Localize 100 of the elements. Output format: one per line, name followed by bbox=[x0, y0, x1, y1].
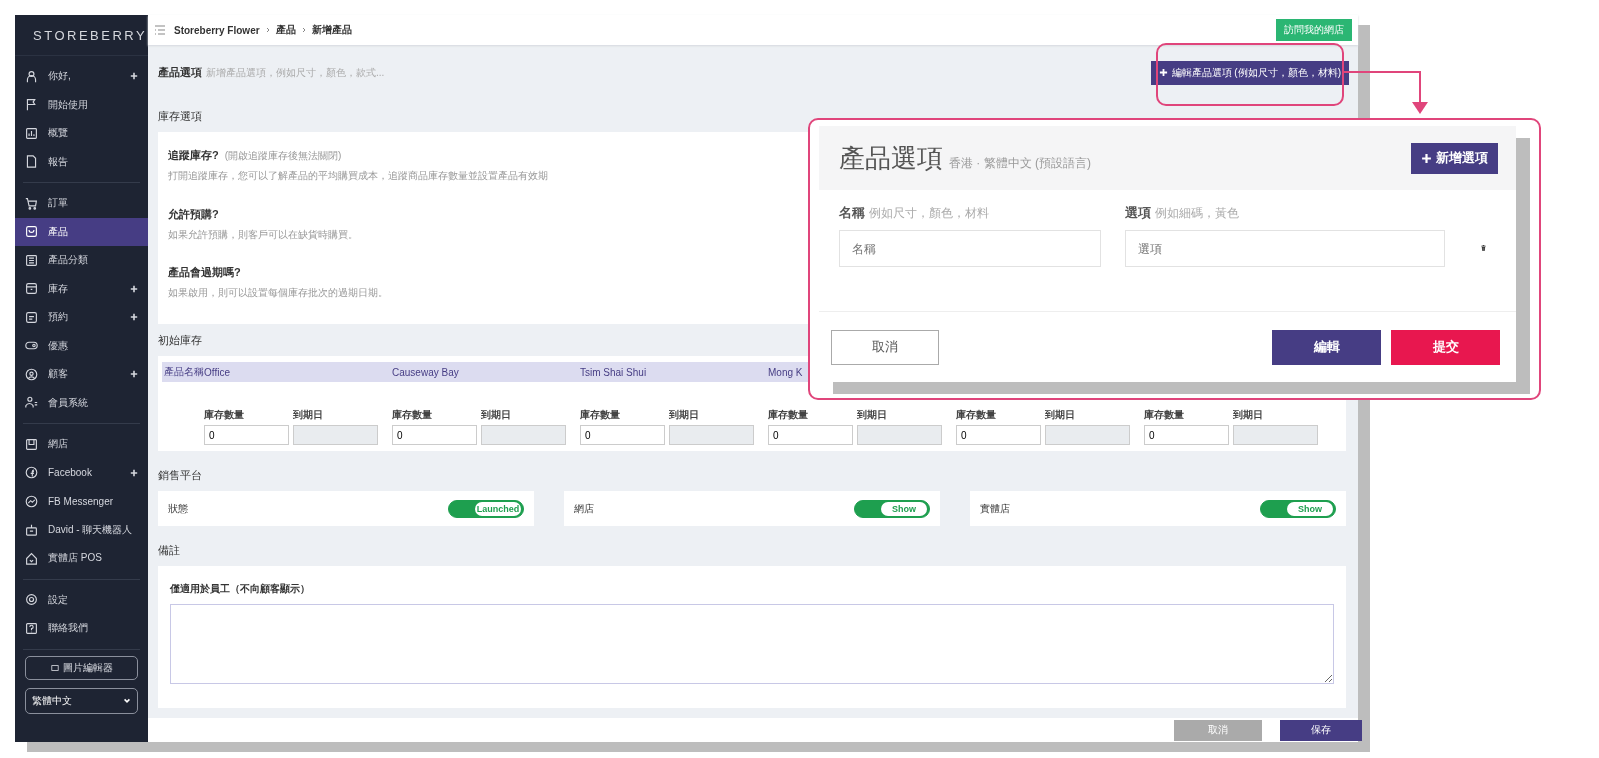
sidebar-item[interactable]: FB Messenger bbox=[15, 487, 148, 516]
chevron-icon bbox=[300, 27, 307, 33]
plus-icon[interactable] bbox=[130, 370, 138, 379]
menu-icon bbox=[25, 621, 38, 635]
column-header: 產品名稱 bbox=[163, 365, 204, 379]
channel-label: 實體店 bbox=[980, 501, 1010, 516]
sidebar-item[interactable]: David - 聊天機器人 bbox=[15, 515, 148, 544]
name-field[interactable]: 名稱 bbox=[839, 230, 1101, 267]
cancel-button[interactable]: 取消 bbox=[831, 329, 939, 365]
sidebar-item[interactable]: 你好, bbox=[15, 62, 148, 91]
plus-icon bbox=[1158, 68, 1168, 77]
edit-options-button[interactable]: 編輯產品選項 (例如尺寸，顏色，材料) bbox=[1150, 60, 1349, 85]
breadcrumb-item[interactable]: Storeberry Flower bbox=[174, 24, 260, 36]
sidebar-item[interactable]: 設定 bbox=[15, 585, 148, 614]
column-label: 到期日 bbox=[481, 408, 512, 422]
plus-icon[interactable] bbox=[130, 284, 138, 293]
menu-icon bbox=[25, 253, 38, 267]
date-field[interactable] bbox=[857, 425, 942, 445]
menu-icon bbox=[25, 593, 38, 607]
menu-icon bbox=[25, 437, 38, 451]
column-header: Tsim Shai Shui bbox=[580, 366, 648, 378]
menu-icon bbox=[25, 466, 38, 480]
quantity-field[interactable]: 0 bbox=[392, 425, 477, 445]
section-title: 初始庫存 bbox=[158, 332, 202, 348]
column-label: 到期日 bbox=[1045, 408, 1076, 422]
toggle-switch[interactable]: Show bbox=[854, 499, 930, 518]
section-title: 產品選項 新增產品選項，例如尺寸，顏色，款式... bbox=[158, 65, 385, 80]
field-label: 名稱 例如尺寸，顏色，材料 bbox=[839, 204, 990, 222]
channel-label: 網店 bbox=[574, 501, 594, 516]
date-field[interactable] bbox=[481, 425, 566, 445]
breadcrumb-item[interactable]: 新增產品 bbox=[311, 23, 352, 37]
sidebar-item[interactable]: Facebook bbox=[15, 458, 148, 487]
option-description: 如果允許預購，則客戶可以在缺貨時購買。 bbox=[168, 227, 358, 242]
quantity-field[interactable]: 0 bbox=[768, 425, 853, 445]
sidebar-item[interactable]: 顧客 bbox=[15, 360, 148, 389]
plus-icon bbox=[1421, 152, 1432, 164]
logo-text: STOREBERRY bbox=[33, 27, 148, 43]
menu-icon bbox=[25, 155, 38, 169]
sidebar-item[interactable]: 聯絡我們 bbox=[15, 614, 148, 643]
menu-icon bbox=[25, 551, 38, 565]
option-field[interactable]: 選項 bbox=[1125, 230, 1445, 267]
quantity-field[interactable]: 0 bbox=[956, 425, 1041, 445]
sidebar-item[interactable]: 優惠 bbox=[15, 331, 148, 360]
add-option-button[interactable]: 新增選項 bbox=[1411, 142, 1498, 174]
date-field[interactable] bbox=[1233, 425, 1318, 445]
sidebar-item[interactable]: 訂單 bbox=[15, 189, 148, 218]
column-label: 庫存數量 bbox=[580, 408, 621, 422]
image-editor-button[interactable]: 圖片編輯器 bbox=[25, 655, 138, 680]
column-header: Causeway Bay bbox=[392, 366, 460, 378]
quantity-field[interactable]: 0 bbox=[580, 425, 665, 445]
option-title: 產品會過期嗎? bbox=[168, 265, 241, 281]
toggle-switch[interactable]: Show bbox=[1260, 499, 1336, 518]
menu-icon bbox=[25, 98, 38, 112]
image-icon bbox=[50, 663, 59, 672]
menu-icon bbox=[25, 523, 38, 537]
column-label: 到期日 bbox=[857, 408, 888, 422]
section-title: 備註 bbox=[158, 542, 180, 558]
sidebar-item[interactable]: 開始使用 bbox=[15, 90, 148, 119]
option-title: 允許預購? bbox=[168, 206, 219, 222]
date-field[interactable] bbox=[1045, 425, 1130, 445]
sidebar-item[interactable]: 會員系統 bbox=[15, 388, 148, 417]
dialog-title: 產品選項 香港 · 繁體中文 (預設語言) bbox=[839, 141, 1091, 175]
sidebar-item[interactable]: 報告 bbox=[15, 147, 148, 176]
notes-field[interactable] bbox=[170, 604, 1334, 684]
option-description: 如果啟用，則可以設置每個庫存批次的過期日期。 bbox=[168, 286, 388, 301]
plus-icon[interactable] bbox=[130, 72, 138, 81]
menu-icon[interactable] bbox=[154, 24, 166, 36]
date-field[interactable] bbox=[669, 425, 754, 445]
sidebar-item[interactable]: 預約 bbox=[15, 303, 148, 332]
date-field[interactable] bbox=[293, 425, 378, 445]
submit-button[interactable]: 提交 bbox=[1391, 329, 1500, 365]
language-select[interactable]: 繁體中文 bbox=[25, 687, 138, 714]
menu-icon bbox=[25, 225, 38, 239]
column-header: Mong K bbox=[768, 366, 804, 378]
breadcrumb-item[interactable]: 產品 bbox=[275, 23, 296, 37]
sidebar-item[interactable]: 概覽 bbox=[15, 119, 148, 148]
plus-icon[interactable] bbox=[130, 313, 138, 322]
column-label: 到期日 bbox=[293, 408, 324, 422]
sidebar-item[interactable]: 庫存 bbox=[15, 274, 148, 303]
menu-icon bbox=[25, 282, 38, 296]
menu-icon bbox=[25, 396, 38, 410]
option-title: 追蹤庫存? (開啟追蹤庫存後無法關閉) bbox=[168, 148, 342, 163]
sidebar-item[interactable]: 實體店 POS bbox=[15, 544, 148, 573]
save-button[interactable]: 保存 bbox=[1280, 719, 1362, 741]
sidebar-item[interactable]: 網店 bbox=[15, 430, 148, 459]
option-description: 打開追蹤庫存，您可以了解產品的平均購買成本，追蹤商品庫存數量並設置產品有效期 bbox=[168, 169, 548, 183]
column-label: 到期日 bbox=[669, 408, 700, 422]
edit-button[interactable]: 編輯 bbox=[1272, 329, 1381, 365]
quantity-field[interactable]: 0 bbox=[204, 425, 289, 445]
plus-icon[interactable] bbox=[130, 468, 138, 477]
column-label: 庫存數量 bbox=[1144, 408, 1185, 422]
menu-icon bbox=[25, 126, 38, 140]
quantity-field[interactable]: 0 bbox=[1144, 425, 1229, 445]
field-label: 選項 例如細碼，黃色 bbox=[1125, 204, 1240, 222]
sidebar-item[interactable]: 產品 bbox=[15, 217, 148, 246]
column-label: 庫存數量 bbox=[204, 408, 245, 422]
channel-label: 狀態 bbox=[168, 501, 188, 516]
sidebar-item[interactable]: 產品分類 bbox=[15, 246, 148, 275]
chevron-icon bbox=[264, 27, 271, 33]
caret-icon bbox=[123, 696, 131, 705]
